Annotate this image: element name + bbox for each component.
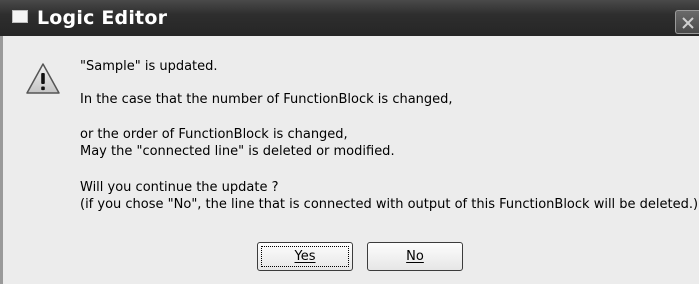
message-line: (if you chose "No", the line that is con… bbox=[80, 197, 699, 212]
window-title: Logic Editor bbox=[37, 7, 168, 29]
no-button-label: No bbox=[406, 249, 424, 264]
close-icon bbox=[682, 17, 694, 29]
title-bar[interactable]: Logic Editor bbox=[0, 0, 699, 36]
message-line: In the case that the number of FunctionB… bbox=[80, 92, 453, 107]
yes-button-label: Yes bbox=[294, 249, 316, 264]
yes-button[interactable]: Yes bbox=[257, 242, 353, 271]
close-button[interactable] bbox=[675, 10, 699, 34]
message-line: May the "connected line" is deleted or m… bbox=[80, 144, 395, 159]
warning-icon bbox=[26, 63, 60, 94]
message-dialog: Logic Editor "Sample" is updated. In the… bbox=[0, 0, 699, 284]
no-button[interactable]: No bbox=[367, 242, 463, 271]
message-line: Will you continue the update ? bbox=[80, 180, 279, 195]
message-line: or the order of FunctionBlock is changed… bbox=[80, 127, 348, 142]
dialog-body: "Sample" is updated. In the case that th… bbox=[0, 36, 699, 284]
window-icon bbox=[12, 10, 28, 23]
message-line: "Sample" is updated. bbox=[80, 59, 218, 74]
